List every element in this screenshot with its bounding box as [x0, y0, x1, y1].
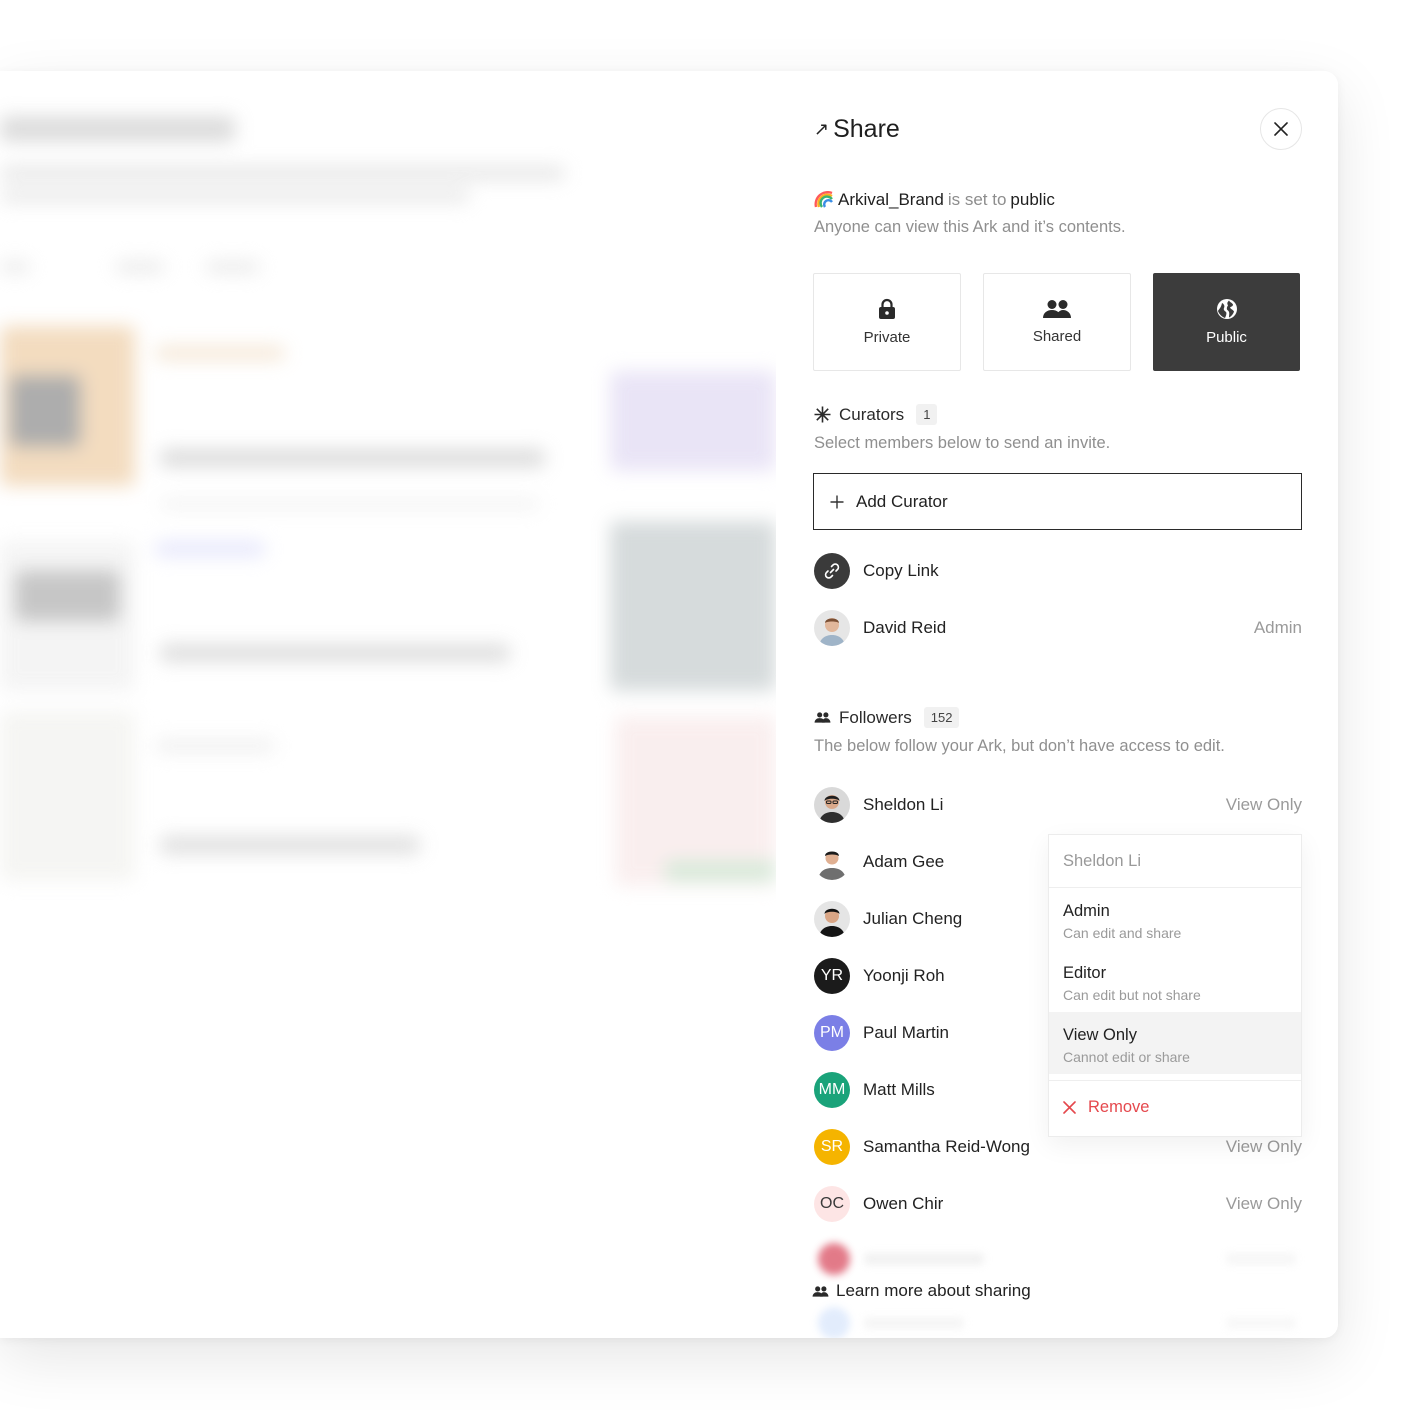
background-content: [0, 71, 776, 1338]
followers-description: The below follow your Ark, but don’t hav…: [814, 737, 1225, 755]
status-connector: is set to: [947, 190, 1007, 209]
visibility-private-label: Private: [863, 329, 911, 346]
avatar: PM: [814, 1015, 850, 1051]
avatar: [814, 901, 850, 937]
role-dropdown-menu: Sheldon Li Admin Can edit and share Edit…: [1048, 834, 1302, 1137]
learn-more-label: Learn more about sharing: [836, 1281, 1031, 1300]
copy-link-row[interactable]: Copy Link: [814, 551, 1302, 591]
close-icon: [1274, 122, 1288, 136]
visibility-options: Private Shared Public: [813, 273, 1300, 371]
avatar: [814, 610, 850, 646]
remove-label: Remove: [1088, 1097, 1150, 1116]
curators-count-badge: 1: [916, 404, 938, 425]
curator-name: David Reid: [863, 618, 947, 637]
app-window: ↗ Share Arkival_Brand is set to public A…: [0, 71, 1338, 1338]
avatar: SR: [814, 1129, 850, 1165]
menu-option-subtitle: Cannot edit or share: [1063, 1049, 1190, 1065]
avatar: [814, 844, 850, 880]
share-arrow-icon: ↗: [814, 119, 830, 139]
follower-name: Matt Mills: [863, 1080, 935, 1099]
visibility-private-button[interactable]: Private: [813, 273, 961, 371]
ark-name: Arkival_Brand: [838, 190, 944, 209]
follower-name: Julian Cheng: [863, 909, 963, 928]
people-icon: [812, 1285, 829, 1297]
share-panel: ↗ Share Arkival_Brand is set to public A…: [776, 71, 1338, 1338]
visibility-shared-label: Shared: [1032, 328, 1082, 345]
add-curator-button[interactable]: Add Curator: [813, 473, 1302, 530]
visibility-status: Arkival_Brand is set to public: [814, 190, 1055, 210]
learn-more-link[interactable]: Learn more about sharing: [812, 1281, 1031, 1301]
menu-option-title: View Only: [1063, 1026, 1137, 1044]
follower-name: Samantha Reid-Wong: [863, 1137, 1030, 1156]
visibility-public-button[interactable]: Public: [1153, 273, 1300, 371]
avatar: [814, 787, 850, 823]
people-icon: [814, 712, 831, 723]
link-icon: [814, 553, 850, 589]
menu-option-subtitle: Can edit and share: [1063, 925, 1182, 941]
follower-row: OC Owen Chir View Only: [814, 1184, 1302, 1224]
menu-header: Sheldon Li: [1049, 835, 1301, 888]
follower-name: Yoonji Roh: [863, 966, 945, 985]
status-description: Anyone can view this Ark and it’s conten…: [814, 218, 1126, 236]
follower-role[interactable]: View Only: [1226, 795, 1302, 815]
menu-option-admin[interactable]: Admin Can edit and share: [1049, 888, 1301, 950]
asterisk-icon: [814, 406, 831, 423]
follower-name: Adam Gee: [863, 852, 945, 871]
plus-icon: [830, 495, 844, 508]
close-icon: [1063, 1100, 1076, 1114]
menu-option-title: Admin: [1063, 902, 1110, 920]
followers-heading: Followers 152: [814, 707, 960, 728]
menu-option-view-only[interactable]: View Only Cannot edit or share: [1049, 1012, 1301, 1074]
curator-role[interactable]: Admin: [1254, 618, 1302, 638]
follower-name: Paul Martin: [863, 1023, 949, 1042]
follower-role[interactable]: View Only: [1226, 1194, 1302, 1214]
lock-icon: [879, 298, 895, 319]
follower-name: Owen Chir: [863, 1194, 944, 1213]
menu-option-subtitle: Can edit but not share: [1063, 987, 1201, 1003]
panel-title: Share: [833, 115, 900, 143]
visibility-shared-button[interactable]: Shared: [983, 273, 1131, 371]
close-button[interactable]: [1260, 108, 1302, 150]
copy-link-label: Copy Link: [863, 561, 939, 580]
curators-heading: Curators 1: [814, 404, 938, 425]
curators-title: Curators: [839, 404, 905, 424]
follower-row: Sheldon Li View Only: [814, 785, 1302, 825]
rainbow-icon: [814, 191, 833, 208]
menu-option-title: Editor: [1063, 964, 1107, 982]
panel-header: ↗ Share: [814, 115, 900, 144]
avatar: OC: [814, 1186, 850, 1222]
add-curator-label: Add Curator: [856, 491, 948, 511]
curator-row: David Reid Admin: [814, 608, 1302, 648]
faded-row: [806, 1239, 1306, 1279]
follower-name: Sheldon Li: [863, 795, 944, 814]
status-value: public: [1010, 190, 1055, 209]
menu-option-editor[interactable]: Editor Can edit but not share: [1049, 950, 1301, 1012]
avatar: MM: [814, 1072, 850, 1108]
menu-remove-button[interactable]: Remove: [1049, 1081, 1301, 1133]
followers-count-badge: 152: [923, 707, 960, 728]
globe-icon: [1216, 299, 1237, 319]
followers-title: Followers: [839, 707, 912, 727]
faded-row: [806, 1303, 1306, 1338]
follower-role[interactable]: View Only: [1226, 1137, 1302, 1157]
curators-description: Select members below to send an invite.: [814, 434, 1111, 452]
avatar: YR: [814, 958, 850, 994]
people-icon: [1043, 300, 1071, 318]
visibility-public-label: Public: [1206, 329, 1247, 346]
